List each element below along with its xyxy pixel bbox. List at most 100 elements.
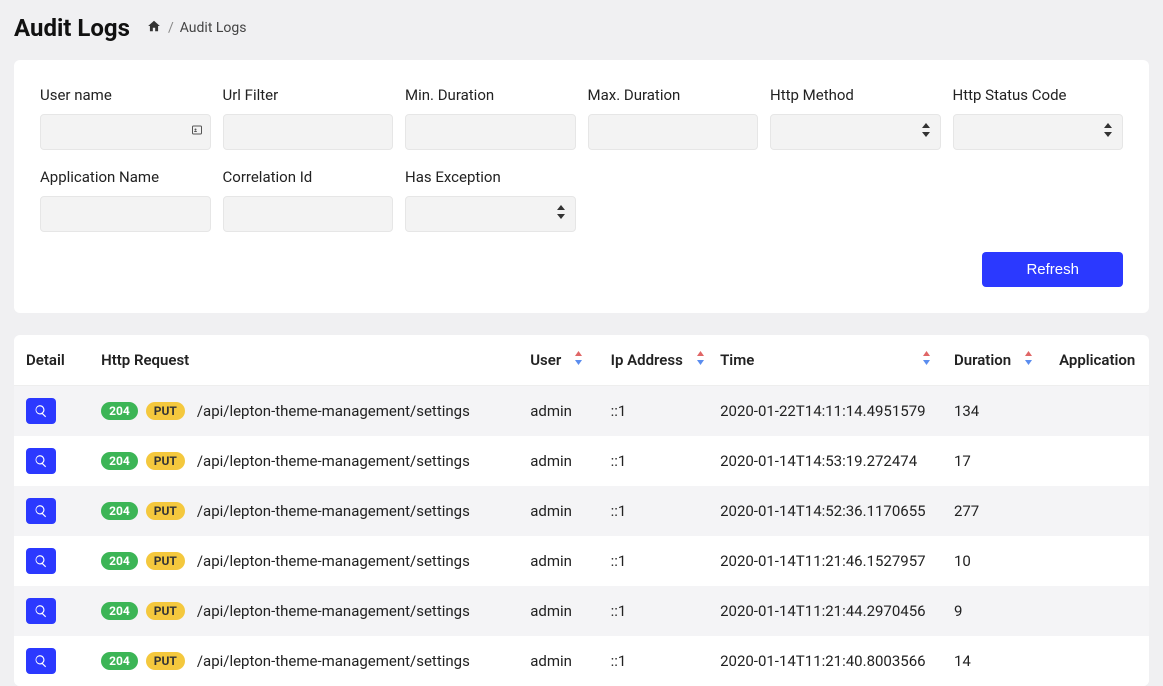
cell-application xyxy=(1047,636,1149,686)
http-method-select[interactable] xyxy=(770,114,941,150)
status-badge: 204 xyxy=(101,652,138,670)
request-url: /api/lepton-theme-management/settings xyxy=(197,402,470,420)
cell-ip: ::1 xyxy=(599,386,708,437)
method-badge: PUT xyxy=(146,452,185,470)
cell-application xyxy=(1047,536,1149,586)
max-duration-input[interactable] xyxy=(588,114,759,150)
url-filter-input[interactable] xyxy=(223,114,394,150)
filter-max-duration: Max. Duration xyxy=(588,86,759,150)
cell-ip: ::1 xyxy=(599,486,708,536)
th-application[interactable]: Application xyxy=(1047,335,1149,386)
http-status-label: Http Status Code xyxy=(953,86,1124,104)
cell-user: admin xyxy=(518,586,598,636)
page-title: Audit Logs xyxy=(14,14,130,42)
correlation-id-input[interactable] xyxy=(223,196,394,232)
cell-user: admin xyxy=(518,436,598,486)
detail-button[interactable] xyxy=(26,648,56,674)
method-badge: PUT xyxy=(146,502,185,520)
th-user[interactable]: User xyxy=(518,335,598,386)
cell-duration: 277 xyxy=(942,486,1047,536)
request-url: /api/lepton-theme-management/settings xyxy=(197,552,470,570)
audit-table-card: Detail Http Request User Ip Address Time xyxy=(14,335,1149,686)
cell-duration: 134 xyxy=(942,386,1047,437)
cell-ip: ::1 xyxy=(599,436,708,486)
filter-min-duration: Min. Duration xyxy=(405,86,576,150)
method-badge: PUT xyxy=(146,402,185,420)
filter-username: User name xyxy=(40,86,211,150)
cell-time: 2020-01-14T14:53:19.272474 xyxy=(708,436,942,486)
filter-has-exception: Has Exception xyxy=(405,168,576,232)
sort-icon xyxy=(697,351,704,365)
th-detail: Detail xyxy=(14,335,89,386)
username-input[interactable] xyxy=(40,114,211,150)
cell-user: admin xyxy=(518,486,598,536)
detail-button[interactable] xyxy=(26,498,56,524)
cell-user: admin xyxy=(518,386,598,437)
url-filter-label: Url Filter xyxy=(223,86,394,104)
status-badge: 204 xyxy=(101,502,138,520)
cell-time: 2020-01-14T11:21:46.1527957 xyxy=(708,536,942,586)
request-url: /api/lepton-theme-management/settings xyxy=(197,602,470,620)
filter-card: User name Url Filter Min. Duration Max. … xyxy=(14,60,1149,313)
filter-url: Url Filter xyxy=(223,86,394,150)
breadcrumb: / Audit Logs xyxy=(146,19,247,37)
table-row: 204PUT/api/lepton-theme-management/setti… xyxy=(14,486,1149,536)
method-badge: PUT xyxy=(146,652,185,670)
cell-duration: 9 xyxy=(942,586,1047,636)
correlation-id-label: Correlation Id xyxy=(223,168,394,186)
cell-ip: ::1 xyxy=(599,536,708,586)
cell-duration: 14 xyxy=(942,636,1047,686)
page-header: Audit Logs / Audit Logs xyxy=(0,0,1163,60)
filter-app-name: Application Name xyxy=(40,168,211,232)
request-url: /api/lepton-theme-management/settings xyxy=(197,452,470,470)
filter-http-method: Http Method xyxy=(770,86,941,150)
status-badge: 204 xyxy=(101,552,138,570)
method-badge: PUT xyxy=(146,552,185,570)
detail-button[interactable] xyxy=(26,598,56,624)
detail-button[interactable] xyxy=(26,448,56,474)
sort-icon xyxy=(1025,351,1032,365)
cell-duration: 17 xyxy=(942,436,1047,486)
table-row: 204 PUT/api/lepton-theme-management/setti… xyxy=(14,536,1149,586)
breadcrumb-current: Audit Logs xyxy=(180,20,247,36)
th-ip-address[interactable]: Ip Address xyxy=(599,335,708,386)
has-exception-select[interactable] xyxy=(405,196,576,232)
status-badge: 204 xyxy=(101,402,138,420)
audit-table: Detail Http Request User Ip Address Time xyxy=(14,335,1149,686)
cell-application xyxy=(1047,386,1149,437)
status-badge: 204 xyxy=(101,452,138,470)
th-http-request[interactable]: Http Request xyxy=(89,335,518,386)
sort-icon xyxy=(923,351,930,365)
th-duration[interactable]: Duration xyxy=(942,335,1047,386)
cell-time: 2020-01-14T11:21:44.2970456 xyxy=(708,586,942,636)
min-duration-label: Min. Duration xyxy=(405,86,576,104)
cell-time: 2020-01-22T14:11:14.4951579 xyxy=(708,386,942,437)
cell-time: 2020-01-14T11:21:40.8003566 xyxy=(708,636,942,686)
table-row: 204 PUT/api/lepton-theme-management/setti… xyxy=(14,636,1149,686)
th-time[interactable]: Time xyxy=(708,335,942,386)
detail-button[interactable] xyxy=(26,548,56,574)
detail-button[interactable] xyxy=(26,398,56,424)
cell-application xyxy=(1047,436,1149,486)
has-exception-label: Has Exception xyxy=(405,168,576,186)
cell-application xyxy=(1047,586,1149,636)
table-row: 204 PUT/api/lepton-theme-management/setti… xyxy=(14,386,1149,437)
filter-http-status: Http Status Code xyxy=(953,86,1124,150)
request-url: /api/lepton-theme-management/settings xyxy=(197,652,470,670)
cell-user: admin xyxy=(518,536,598,586)
breadcrumb-separator: / xyxy=(168,20,174,36)
app-name-label: Application Name xyxy=(40,168,211,186)
method-badge: PUT xyxy=(146,602,185,620)
cell-ip: ::1 xyxy=(599,636,708,686)
cell-time: 2020-01-14T14:52:36.1170655 xyxy=(708,486,942,536)
filter-correlation-id: Correlation Id xyxy=(223,168,394,232)
app-name-input[interactable] xyxy=(40,196,211,232)
http-status-select[interactable] xyxy=(953,114,1124,150)
cell-user: admin xyxy=(518,636,598,686)
home-icon[interactable] xyxy=(146,19,162,37)
cell-ip: ::1 xyxy=(599,586,708,636)
refresh-button[interactable]: Refresh xyxy=(982,252,1123,287)
cell-application xyxy=(1047,486,1149,536)
sort-icon xyxy=(575,351,582,365)
min-duration-input[interactable] xyxy=(405,114,576,150)
